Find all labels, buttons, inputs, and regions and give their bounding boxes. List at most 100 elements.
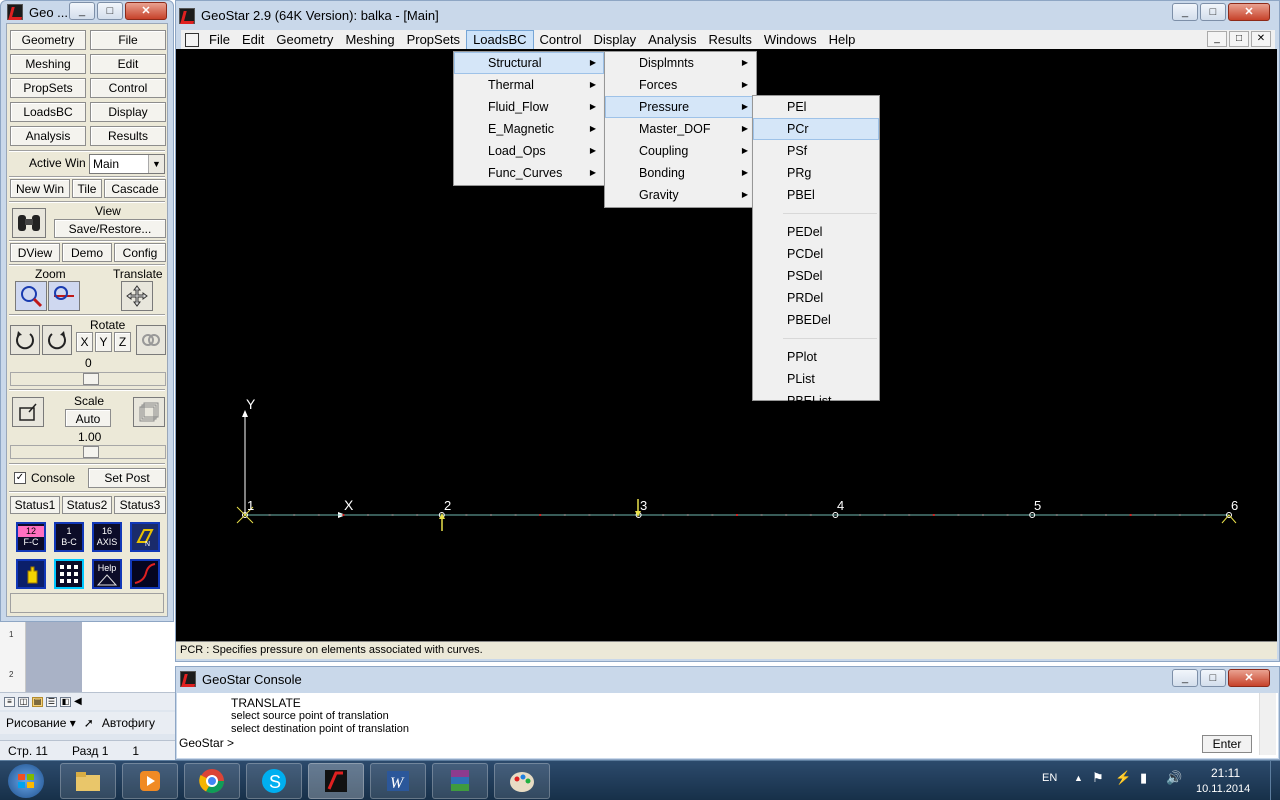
menu-item-pedel[interactable]: PEDel	[753, 221, 879, 243]
geometry-button[interactable]: Geometry	[10, 30, 86, 50]
binoculars-icon[interactable]	[12, 208, 46, 238]
menu-item-plist[interactable]: PList	[753, 368, 879, 390]
minimize-button[interactable]: _	[1172, 669, 1198, 687]
menu-control[interactable]: Control	[534, 31, 588, 49]
config-button[interactable]: Config	[114, 243, 166, 262]
skype-taskbar-icon[interactable]: S	[246, 763, 302, 799]
chrome-taskbar-icon[interactable]	[184, 763, 240, 799]
analysis-button[interactable]: Analysis	[10, 126, 86, 146]
rotate-x-button[interactable]: X	[76, 332, 93, 352]
menu-item-pbel[interactable]: PBEl	[753, 184, 879, 206]
menu-item-pbelist[interactable]: PBEList	[753, 390, 879, 412]
maximize-button[interactable]: □	[97, 2, 123, 20]
loadsbc-button[interactable]: LoadsBC	[10, 102, 86, 122]
rotate-ccw-icon[interactable]	[10, 325, 40, 355]
free-curves-icon[interactable]: 12 F-C	[16, 522, 46, 552]
web-view-icon[interactable]: ◫	[18, 696, 29, 707]
menu-item-master-dof[interactable]: Master_DOF ▶	[605, 118, 756, 140]
menu-item-displmnts[interactable]: Displmnts ▶	[605, 52, 756, 74]
dview-button[interactable]: DView	[10, 243, 60, 262]
file-button[interactable]: File	[90, 30, 166, 50]
translate-icon[interactable]	[121, 281, 153, 311]
network-icon[interactable]: ▮	[1140, 770, 1147, 786]
curve-plot-icon[interactable]	[130, 559, 160, 589]
scroll-left-icon[interactable]: ◀	[74, 696, 82, 707]
main-titlebar[interactable]: GeoStar 2.9 (64K Version): balka - [Main…	[176, 1, 1279, 30]
draw-menu[interactable]: Рисование ▾	[6, 716, 76, 730]
language-indicator[interactable]: EN	[1042, 772, 1057, 784]
slider-thumb[interactable]	[83, 373, 99, 385]
show-desktop-button[interactable]	[1270, 761, 1280, 800]
close-button[interactable]: ✕	[1228, 669, 1270, 687]
menu-display[interactable]: Display	[587, 31, 642, 49]
meshing-button[interactable]: Meshing	[10, 54, 86, 74]
menu-edit[interactable]: Edit	[236, 31, 270, 49]
zoom-in-icon[interactable]	[15, 281, 47, 311]
menu-item-structural[interactable]: Structural ▶	[454, 52, 604, 74]
menu-meshing[interactable]: Meshing	[339, 31, 400, 49]
menu-item-prdel[interactable]: PRDel	[753, 287, 879, 309]
close-button[interactable]: ✕	[1228, 3, 1270, 21]
print-layout-icon[interactable]: ▤	[32, 696, 43, 707]
fit-view-icon[interactable]	[12, 397, 44, 427]
help-icon[interactable]: Help	[92, 559, 122, 589]
menu-item-coupling[interactable]: Coupling ▶	[605, 140, 756, 162]
menu-item-psdel[interactable]: PSDel	[753, 265, 879, 287]
control-button[interactable]: Control	[90, 78, 166, 98]
menu-item-func-curves[interactable]: Func_Curves ▶	[454, 162, 604, 184]
minimize-button[interactable]: _	[69, 2, 95, 20]
normal-view-icon[interactable]: ≡	[4, 696, 15, 707]
scale-auto-button[interactable]: Auto	[65, 409, 111, 427]
explorer-taskbar-icon[interactable]	[60, 763, 116, 799]
active-win-select[interactable]: Main ▼	[89, 154, 165, 174]
menu-item-load-ops[interactable]: Load_Ops ▶	[454, 140, 604, 162]
mdi-minimize-button[interactable]: _	[1207, 31, 1227, 47]
demo-button[interactable]: Demo	[62, 243, 112, 262]
menu-item-pcdel[interactable]: PCDel	[753, 243, 879, 265]
autoshapes-menu[interactable]: Автофигу	[102, 716, 155, 730]
chevron-down-icon[interactable]: ▼	[148, 155, 164, 173]
tray-expand-icon[interactable]: ▲	[1074, 773, 1083, 783]
menu-geometry[interactable]: Geometry	[270, 31, 339, 49]
document-icon[interactable]	[185, 33, 199, 47]
menu-item-fluid-flow[interactable]: Fluid_Flow ▶	[454, 96, 604, 118]
slider-thumb[interactable]	[83, 446, 99, 458]
media-player-taskbar-icon[interactable]	[122, 763, 178, 799]
reading-view-icon[interactable]: ◧	[60, 696, 71, 707]
console-scrollbar[interactable]	[1259, 693, 1276, 755]
close-button[interactable]: ✕	[125, 2, 167, 20]
flag-icon[interactable]: ⚑	[1092, 770, 1104, 786]
cascade-button[interactable]: Cascade	[104, 179, 166, 198]
axis-icon[interactable]: 16 AXIS	[92, 522, 122, 552]
display-button[interactable]: Display	[90, 102, 166, 122]
menu-windows[interactable]: Windows	[758, 31, 823, 49]
menu-item-pbedel[interactable]: PBEDel	[753, 309, 879, 331]
outline-view-icon[interactable]: ☰	[46, 696, 57, 707]
paint-taskbar-icon[interactable]	[494, 763, 550, 799]
menu-analysis[interactable]: Analysis	[642, 31, 702, 49]
mdi-close-button[interactable]: ✕	[1251, 31, 1271, 47]
results-button[interactable]: Results	[90, 126, 166, 146]
new-win-button[interactable]: New Win	[10, 179, 70, 198]
menu-item-gravity[interactable]: Gravity ▶	[605, 184, 756, 206]
menu-results[interactable]: Results	[703, 31, 758, 49]
loads-icon[interactable]: N	[130, 522, 160, 552]
status3-tab[interactable]: Status3	[114, 496, 166, 514]
menu-item-e-magnetic[interactable]: E_Magnetic ▶	[454, 118, 604, 140]
clock-time[interactable]: 21:11	[1211, 766, 1240, 780]
status2-tab[interactable]: Status2	[62, 496, 112, 514]
word-taskbar-icon[interactable]: W	[370, 763, 426, 799]
maximize-button[interactable]: □	[1200, 3, 1226, 21]
rotate-y-button[interactable]: Y	[95, 332, 112, 352]
power-icon[interactable]: ⚡	[1115, 770, 1131, 786]
menu-loadsbc[interactable]: LoadsBC	[466, 30, 534, 50]
grid-points-icon[interactable]	[54, 559, 84, 589]
geostar-taskbar-icon[interactable]	[308, 763, 364, 799]
menu-item-pplot[interactable]: PPlot	[753, 346, 879, 368]
menu-item-psf[interactable]: PSf	[753, 140, 879, 162]
rotate-link-icon[interactable]	[136, 325, 166, 355]
hand-pick-icon[interactable]	[16, 559, 46, 589]
status1-tab[interactable]: Status1	[10, 496, 60, 514]
menu-item-thermal[interactable]: Thermal ▶	[454, 74, 604, 96]
menu-item-bonding[interactable]: Bonding ▶	[605, 162, 756, 184]
